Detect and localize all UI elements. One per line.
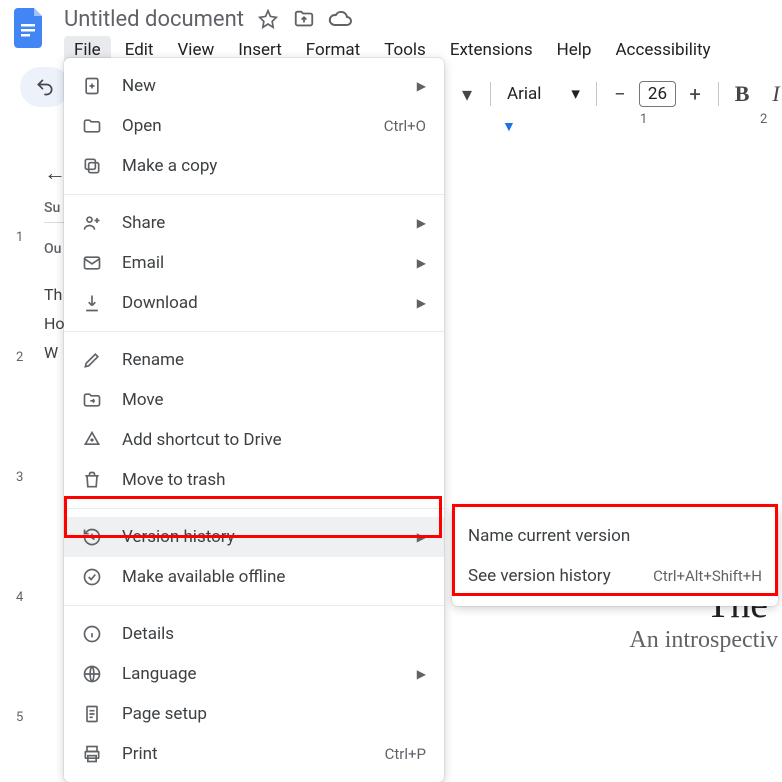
menu-language[interactable]: Language ▶ (64, 654, 444, 694)
menu-add-shortcut[interactable]: Add shortcut to Drive (64, 420, 444, 460)
submenu-name-version[interactable]: Name current version (452, 516, 778, 556)
undo-button[interactable] (30, 72, 60, 102)
drive-shortcut-icon (80, 428, 104, 452)
menu-label: New (122, 76, 409, 96)
menu-download[interactable]: Download ▶ (64, 283, 444, 323)
chevron-down-icon: ▾ (571, 84, 580, 104)
email-icon (80, 251, 104, 275)
submenu-arrow-icon: ▶ (417, 79, 426, 93)
menu-label: Make a copy (122, 156, 426, 176)
history-icon (80, 525, 104, 549)
menu-version-history[interactable]: Version history ▶ (64, 517, 444, 557)
menu-offline[interactable]: Make available offline (64, 557, 444, 597)
ruler-tick: 4 (16, 590, 23, 605)
submenu-arrow-icon: ▶ (417, 296, 426, 310)
document-plus-icon (80, 74, 104, 98)
print-icon (80, 742, 104, 766)
folder-icon (80, 114, 104, 138)
menu-move[interactable]: Move (64, 380, 444, 420)
shortcut-label: Ctrl+O (384, 117, 426, 135)
info-icon (80, 622, 104, 646)
menu-label: Version history (122, 527, 409, 547)
menu-label: Open (122, 116, 384, 136)
menu-trash[interactable]: Move to trash (64, 460, 444, 500)
trash-icon (80, 468, 104, 492)
pencil-icon (80, 348, 104, 372)
docs-logo[interactable] (10, 8, 50, 48)
ruler-tick: 2 (16, 350, 23, 365)
menu-share[interactable]: Share ▶ (64, 203, 444, 243)
bold-button[interactable]: B (727, 79, 757, 109)
menu-label: Add shortcut to Drive (122, 430, 426, 450)
vertical-ruler: 1 2 3 4 5 (16, 140, 36, 764)
menu-label: Email (122, 253, 409, 273)
doc-title[interactable]: Untitled document (64, 7, 244, 32)
menu-rename[interactable]: Rename (64, 340, 444, 380)
menu-print[interactable]: Print Ctrl+P (64, 734, 444, 774)
offline-icon (80, 565, 104, 589)
ruler-tick: 5 (16, 710, 23, 725)
submenu-arrow-icon: ▶ (417, 256, 426, 270)
shortcut-label: Ctrl+P (385, 745, 426, 763)
indent-marker-icon[interactable]: ▼ (502, 118, 516, 135)
cloud-status-icon[interactable] (328, 7, 352, 31)
menu-label: Rename (122, 350, 426, 370)
menu-email[interactable]: Email ▶ (64, 243, 444, 283)
menu-help[interactable]: Help (547, 36, 602, 64)
font-size-decrease[interactable]: − (605, 79, 635, 109)
page-icon (80, 702, 104, 726)
menu-label: Make available offline (122, 567, 426, 587)
horizontal-ruler: ▼ 1 2 (460, 112, 782, 132)
menu-new[interactable]: New ▶ (64, 66, 444, 106)
version-history-submenu: Name current version See version history… (452, 506, 778, 606)
move-folder-icon[interactable] (292, 7, 316, 31)
menu-page-setup[interactable]: Page setup (64, 694, 444, 734)
italic-button[interactable]: I (761, 79, 782, 109)
ruler-tick: 1 (16, 230, 23, 245)
menu-label: Print (122, 744, 385, 764)
star-icon[interactable] (256, 7, 280, 31)
menu-label: Move to trash (122, 470, 426, 490)
submenu-see-history[interactable]: See version history Ctrl+Alt+Shift+H (452, 556, 778, 596)
ruler-tick: 3 (16, 470, 23, 485)
menu-label: Language (122, 664, 409, 684)
submenu-arrow-icon: ▶ (417, 216, 426, 230)
menu-make-copy[interactable]: Make a copy (64, 146, 444, 186)
menu-label: Page setup (122, 704, 426, 724)
copy-icon (80, 154, 104, 178)
menu-label: Share (122, 213, 409, 233)
shortcut-label: Ctrl+Alt+Shift+H (653, 567, 762, 585)
file-menu-dropdown: New ▶ Open Ctrl+O Make a copy Share ▶ Em… (64, 58, 444, 782)
submenu-label: See version history (468, 566, 611, 586)
doc-subtitle[interactable]: An introspectiv (629, 627, 778, 654)
chevron-down-icon[interactable]: ▾ (452, 79, 482, 109)
globe-icon (80, 662, 104, 686)
download-icon (80, 291, 104, 315)
menu-label: Download (122, 293, 409, 313)
menu-label: Details (122, 624, 426, 644)
submenu-arrow-icon: ▶ (417, 530, 426, 544)
menu-extensions[interactable]: Extensions (440, 36, 543, 64)
font-name: Arial (507, 84, 541, 104)
submenu-arrow-icon: ▶ (417, 667, 426, 681)
ruler-tick: 2 (760, 112, 767, 127)
submenu-label: Name current version (468, 526, 630, 546)
folder-move-icon (80, 388, 104, 412)
share-person-icon (80, 211, 104, 235)
ruler-tick: 1 (640, 112, 647, 127)
font-size-increase[interactable]: + (680, 79, 710, 109)
menu-details[interactable]: Details (64, 614, 444, 654)
menu-open[interactable]: Open Ctrl+O (64, 106, 444, 146)
font-selector[interactable]: Arial ▾ (499, 84, 588, 104)
font-size-input[interactable]: 26 (639, 81, 676, 107)
menu-label: Move (122, 390, 426, 410)
menu-accessibility[interactable]: Accessibility (605, 36, 720, 64)
